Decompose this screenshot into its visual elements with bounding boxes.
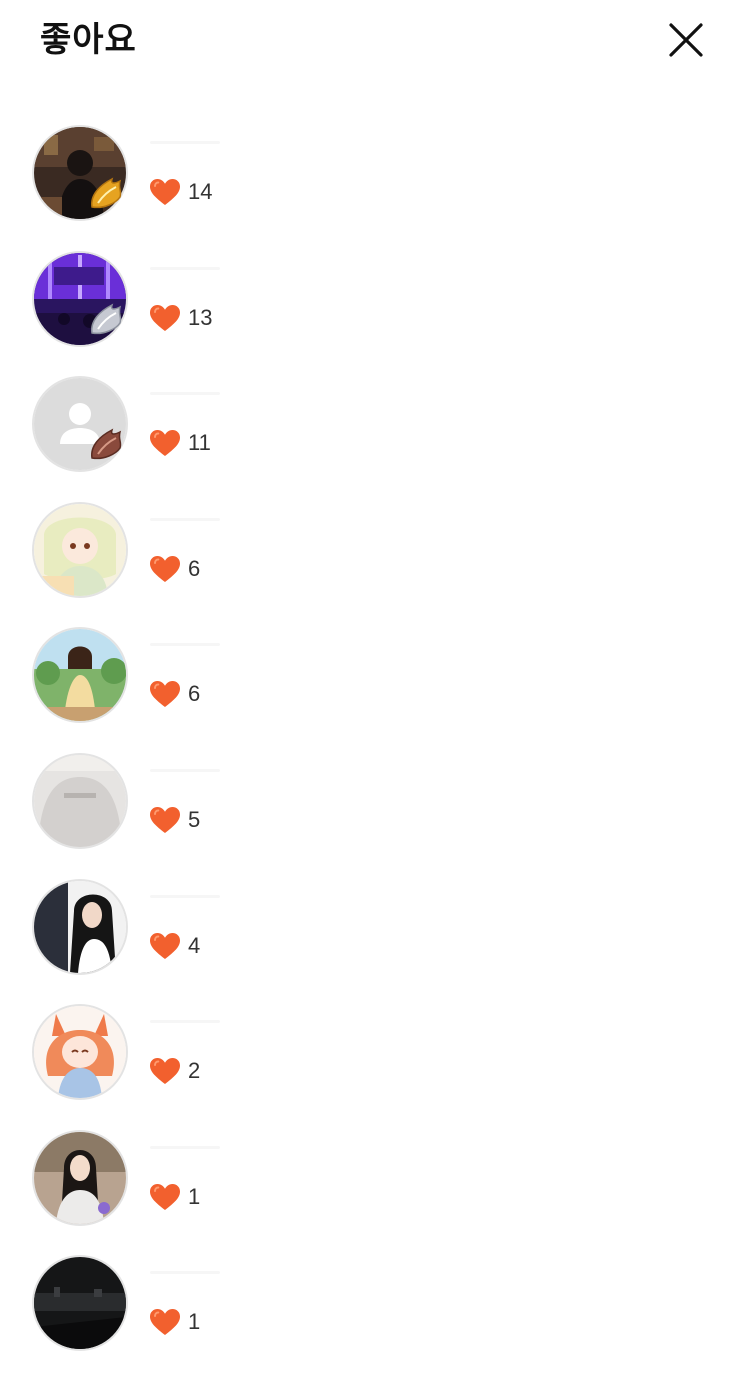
like-count: 2 [148,1054,200,1088]
like-count: 13 [148,301,212,335]
avatar-container[interactable] [32,376,128,473]
username-placeholder [150,643,220,647]
list-item[interactable]: 6 [0,501,756,628]
like-count-value: 2 [188,1058,201,1084]
avatar-container[interactable] [32,627,128,724]
list-item[interactable]: 11 [0,376,756,502]
like-count: 6 [148,552,200,586]
like-count-value: 6 [188,555,201,581]
avatar[interactable] [32,1004,128,1101]
list-item[interactable]: 1 [0,1129,756,1256]
heart-icon [150,179,180,205]
silver-wing-badge-icon [91,303,122,334]
avatar[interactable] [32,752,128,849]
close-button[interactable] [664,18,708,62]
list-item[interactable]: 6 [0,627,756,753]
username-placeholder [150,1020,220,1024]
like-count-value: 1 [188,1183,201,1209]
heart-icon [150,1309,180,1336]
like-count-value: 1 [188,1309,201,1335]
heart-icon [150,304,180,331]
like-count-value: 5 [188,806,201,832]
username-placeholder [150,768,220,772]
gold-wing-badge-icon [91,177,122,209]
like-count: 1 [148,1180,200,1214]
heart-icon [150,806,180,833]
avatar[interactable] [32,878,128,975]
likes-screen: 좋아요 14 13 11 6 6 5 4 2 1 1 [0,0,756,1379]
username-placeholder [150,517,220,521]
username-placeholder [150,141,220,144]
username-placeholder [150,1145,220,1149]
list-item[interactable]: 1 [0,1255,756,1379]
username-placeholder [150,266,220,270]
heart-icon [150,681,180,708]
avatar-container[interactable] [32,1004,128,1101]
like-count: 6 [148,677,200,711]
avatar-container[interactable] [32,752,128,849]
heart-icon [150,1183,180,1210]
list-item[interactable]: 14 [0,125,756,251]
like-count-value: 14 [188,179,213,204]
like-count-value: 6 [188,681,201,707]
heart-icon [150,1058,180,1085]
list-item[interactable]: 2 [0,1004,756,1130]
avatar-container[interactable] [32,1129,128,1226]
avatar[interactable] [32,627,128,724]
heart-icon [150,555,180,582]
like-count: 4 [148,929,200,963]
avatar[interactable] [32,501,128,598]
like-count-value: 11 [188,430,211,456]
like-count: 11 [148,426,211,460]
close-icon [669,23,703,57]
avatar-container[interactable] [32,250,128,347]
avatar-container[interactable] [32,501,128,598]
list-item[interactable]: 5 [0,752,756,879]
like-count-value: 4 [188,932,201,958]
avatar[interactable] [32,1129,128,1226]
avatar-container[interactable] [32,878,128,975]
header: 좋아요 [0,0,756,84]
like-count-value: 13 [188,304,213,330]
username-placeholder [150,392,220,396]
liker-list: 14 13 11 6 6 5 4 2 1 1 [0,125,756,1379]
username-placeholder [150,894,220,898]
like-count: 14 [148,175,212,209]
heart-icon [150,932,180,959]
page-title: 좋아요 [40,20,137,60]
username-placeholder [150,1271,220,1275]
list-item[interactable]: 13 [0,250,756,377]
bronze-wing-badge-icon [91,428,122,460]
like-count: 1 [148,1305,200,1339]
avatar[interactable] [32,1255,128,1352]
list-item[interactable]: 4 [0,878,756,1005]
heart-icon [150,430,180,457]
avatar-container[interactable] [32,125,128,221]
like-count: 5 [148,803,200,837]
avatar-container[interactable] [32,1255,128,1352]
